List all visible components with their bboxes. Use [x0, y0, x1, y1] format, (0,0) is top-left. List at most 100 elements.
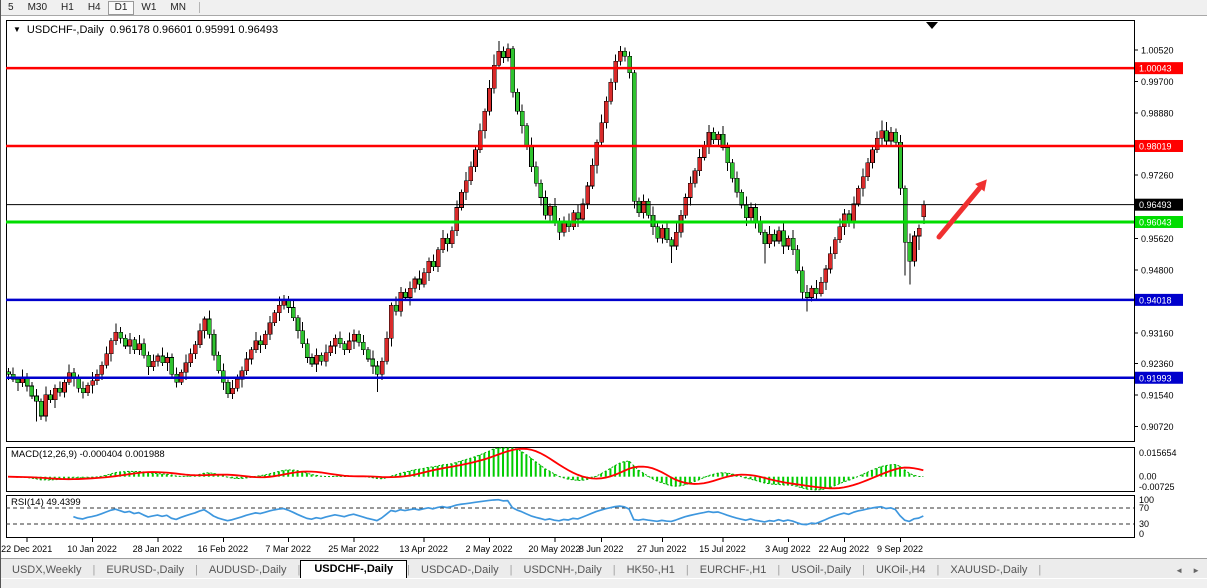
candle-bear	[207, 319, 211, 334]
macd-histogram-bar	[703, 477, 705, 478]
candle-bear	[520, 111, 524, 125]
candle-bull	[63, 382, 67, 392]
candle-bull	[450, 231, 454, 244]
macd-histogram-bar	[446, 464, 448, 476]
candle-bull	[268, 323, 272, 335]
timeframe-button-h4[interactable]: H4	[81, 1, 108, 14]
candle-bull	[590, 165, 594, 186]
macd-label-text: MACD(12,26,9)	[11, 449, 77, 460]
chart-tab-xauusd-daily[interactable]: XAUUSD-,Daily	[939, 562, 1038, 579]
macd-histogram-bar	[236, 477, 238, 479]
chart-shift-marker[interactable]	[926, 22, 938, 29]
tab-scroll-right-icon[interactable]: ►	[1192, 566, 1200, 575]
candle-bull	[385, 338, 389, 361]
candle-bull	[347, 341, 351, 350]
macd-histogram-bar	[866, 472, 868, 476]
candle-bull	[688, 183, 692, 197]
candle-bear	[800, 271, 804, 293]
candle-bull	[483, 111, 487, 130]
candle-bull	[151, 361, 155, 366]
candle-bull	[91, 381, 95, 386]
timeframe-button-m30[interactable]: M30	[21, 1, 54, 14]
horizontal-lines	[6, 68, 1134, 378]
macd-histogram-bar	[535, 462, 537, 477]
timeframe-button-5[interactable]: 5	[1, 1, 21, 14]
rsi-label-text: RSI(14)	[11, 497, 44, 508]
date-axis-label: 2 May 2022	[465, 544, 512, 554]
chart-tab-usdcnh-daily[interactable]: USDCNH-,Daily	[513, 562, 613, 579]
candle-bull	[245, 359, 249, 371]
candle-bull	[572, 213, 576, 227]
candle-bear	[147, 355, 151, 367]
price-badge-label: 0.96493	[1139, 200, 1172, 210]
date-axis-label: 13 Apr 2022	[399, 544, 448, 554]
candle-bull	[716, 134, 720, 139]
candle-bull	[254, 341, 258, 350]
mt4-window: 5M30H1H4D1W1MN 1.000430.980190.964930.96…	[0, 0, 1207, 588]
macd-histogram-bar	[82, 477, 84, 478]
price-axis-label: 0.90720	[1141, 422, 1174, 432]
macd-indicator-label: MACD(12,26,9) -0.000404 0.001988	[11, 449, 165, 460]
candle-bull	[422, 273, 426, 285]
candle-bull	[828, 254, 832, 269]
trend-arrow[interactable]	[939, 184, 983, 237]
candle-bear	[343, 344, 347, 350]
candle-bull	[810, 288, 814, 297]
macd-histogram-bar	[768, 477, 770, 484]
candle-bull	[749, 207, 753, 217]
macd-histogram-bar	[871, 470, 873, 476]
candle-bear	[310, 357, 314, 364]
chart-tab-eurchf-h1[interactable]: EURCHF-,H1	[689, 562, 778, 579]
macd-histogram-bar	[469, 458, 471, 477]
candle-bear	[772, 234, 776, 241]
timeframe-button-d1[interactable]: D1	[108, 1, 135, 15]
date-axis-label: 7 Mar 2022	[265, 544, 311, 554]
timeframe-button-h1[interactable]: H1	[54, 1, 81, 14]
candle-bear	[758, 223, 762, 232]
chart-tab-eurusd-daily[interactable]: EURUSD-,Daily	[95, 562, 195, 579]
candle-bull	[277, 305, 281, 313]
candle-bear	[161, 356, 165, 363]
candle-bear	[903, 188, 907, 242]
macd-histogram-bar	[511, 448, 513, 477]
macd-histogram-bar	[455, 462, 457, 476]
candle-bull	[352, 334, 356, 341]
timeframe-button-w1[interactable]: W1	[134, 1, 163, 14]
candle-bull	[833, 240, 837, 254]
candle-bull	[852, 204, 856, 223]
chart-tab-hk50-h1[interactable]: HK50-,H1	[616, 562, 686, 579]
chart-tab-usdcad-daily[interactable]: USDCAD-,Daily	[410, 562, 510, 579]
candle-bear	[908, 242, 912, 261]
macd-histogram-bar	[549, 471, 551, 476]
symbol-dropdown-icon[interactable]: ▼	[13, 26, 21, 34]
date-axis-label: 8 Jun 2022	[579, 544, 624, 554]
chart-canvas[interactable]: 1.000430.980190.964930.960430.940180.919…	[1, 0, 1207, 588]
chart-tab-usoil-daily[interactable]: USOil-,Daily	[780, 562, 862, 579]
candle-bull	[698, 157, 702, 170]
macd-histogram-bar	[493, 449, 495, 477]
chart-tab-ukoil-h4[interactable]: UKOil-,H4	[865, 562, 937, 579]
date-axis: 22 Dec 202110 Jan 202228 Jan 202216 Feb …	[1, 538, 923, 554]
candle-bull	[427, 261, 431, 273]
chart-tab-usdx-weekly[interactable]: USDX,Weekly	[1, 562, 92, 579]
candle-bear	[534, 167, 538, 184]
candle-bull	[768, 234, 772, 243]
macd-histogram-bar	[838, 477, 840, 484]
candle-bear	[744, 205, 748, 218]
macd-histogram-bar	[829, 477, 831, 488]
macd-histogram-bar	[530, 458, 532, 477]
chart-tab-audusd-daily[interactable]: AUDUSD-,Daily	[198, 562, 298, 579]
chart-tab-usdchf-daily[interactable]: USDCHF-,Daily	[300, 560, 407, 579]
date-axis-label: 28 Jan 2022	[133, 544, 183, 554]
timeframe-button-mn[interactable]: MN	[163, 1, 193, 14]
chart-title-symbol: USDCHF-,Daily	[27, 24, 104, 36]
macd-histogram-bar	[525, 455, 527, 477]
macd-histogram-bar	[544, 469, 546, 477]
macd-histogram-bar	[437, 466, 439, 477]
date-axis-label: 20 May 2022	[528, 544, 580, 554]
date-axis-label: 9 Sep 2022	[877, 544, 923, 554]
rsi-axis-label: 0	[1139, 529, 1144, 539]
candle-bull	[380, 361, 384, 374]
tab-scroll-left-icon[interactable]: ◄	[1175, 566, 1183, 575]
rsi-axis-label: 30	[1139, 519, 1149, 529]
